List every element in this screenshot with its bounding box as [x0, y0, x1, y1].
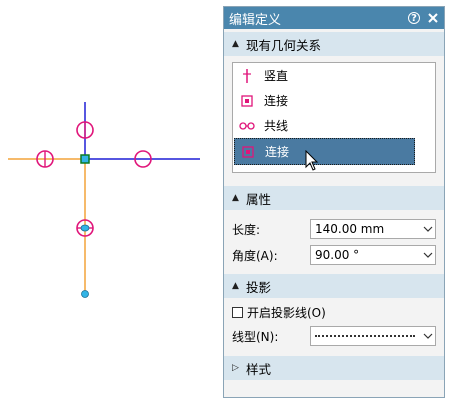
section-header-properties[interactable]: ▲ 属性 — [224, 186, 444, 210]
section-label: 现有几何关系 — [246, 37, 322, 53]
dotted-linetype-preview — [315, 335, 415, 337]
section-header-style[interactable]: ▷ 样式 — [224, 356, 444, 380]
list-item-collinear[interactable]: 共线 — [233, 113, 435, 138]
close-icon — [428, 13, 438, 23]
chevron-down-icon — [421, 333, 435, 339]
length-combo[interactable]: 140.00 mm — [310, 219, 436, 239]
length-label: 长度: — [232, 222, 261, 237]
help-button[interactable]: ? — [406, 10, 422, 26]
close-button[interactable] — [425, 10, 441, 26]
linetype-label: 线型(N): — [232, 329, 279, 344]
help-icon: ? — [408, 12, 420, 24]
mouse-pointer-icon — [305, 150, 319, 171]
length-value: 140.00 mm — [315, 222, 385, 236]
expand-arrow-icon: ▷ — [232, 363, 239, 373]
list-item-connect[interactable]: 连接 — [233, 88, 435, 113]
collapse-arrow-icon: ▲ — [232, 39, 239, 49]
chevron-down-icon — [421, 226, 435, 232]
section-label: 属性 — [246, 191, 272, 207]
collinear-constraint-icon — [239, 121, 255, 130]
panel-title: 编辑定义 — [229, 12, 282, 28]
section-label: 投影 — [246, 279, 272, 295]
linetype-combo[interactable] — [310, 326, 436, 346]
angle-combo[interactable]: 90.00 ° — [310, 245, 436, 265]
collapse-arrow-icon: ▲ — [232, 281, 239, 291]
section-label: 样式 — [246, 361, 272, 377]
sketch-canvas[interactable] — [0, 0, 220, 403]
length-row: 长度: 140.00 mm — [224, 216, 444, 242]
angle-label: 角度(A): — [232, 248, 278, 263]
connect-constraint-icon — [242, 145, 254, 158]
chevron-down-icon — [421, 252, 435, 258]
edit-definition-panel: 编辑定义 ? ▲ 现有几何关系 竖直 连接 共线 连接 ▲ 属性 长度: 140… — [223, 6, 445, 398]
origin-point[interactable] — [80, 154, 90, 164]
projection-line-checkbox-row[interactable]: 开启投影线(O) — [224, 301, 444, 323]
constraint-marker-top[interactable] — [76, 121, 94, 139]
list-item-label: 竖直 — [264, 69, 289, 83]
angle-value: 90.00 ° — [315, 248, 360, 262]
list-item-vertical[interactable]: 竖直 — [233, 63, 435, 88]
list-item-label: 共线 — [264, 119, 289, 133]
projection-line-checkbox[interactable] — [232, 306, 243, 318]
panel-titlebar: 编辑定义 ? — [224, 7, 444, 29]
vertical-constraint-icon — [243, 68, 251, 83]
linetype-row: 线型(N): — [224, 323, 444, 349]
angle-row: 角度(A): 90.00 ° — [224, 242, 444, 268]
line-endpoint[interactable] — [81, 290, 89, 298]
section-header-projection[interactable]: ▲ 投影 — [224, 274, 444, 298]
list-item-label: 连接 — [264, 94, 289, 108]
collapse-arrow-icon: ▲ — [232, 193, 239, 203]
list-item-connect-selected[interactable]: 连接 — [234, 138, 415, 165]
checkbox-label: 开启投影线(O) — [247, 305, 326, 320]
list-item-label: 连接 — [265, 145, 290, 159]
connect-constraint-icon — [241, 94, 253, 107]
relations-list[interactable]: 竖直 连接 共线 连接 — [232, 62, 436, 173]
section-header-existing-relations[interactable]: ▲ 现有几何关系 — [224, 32, 444, 56]
